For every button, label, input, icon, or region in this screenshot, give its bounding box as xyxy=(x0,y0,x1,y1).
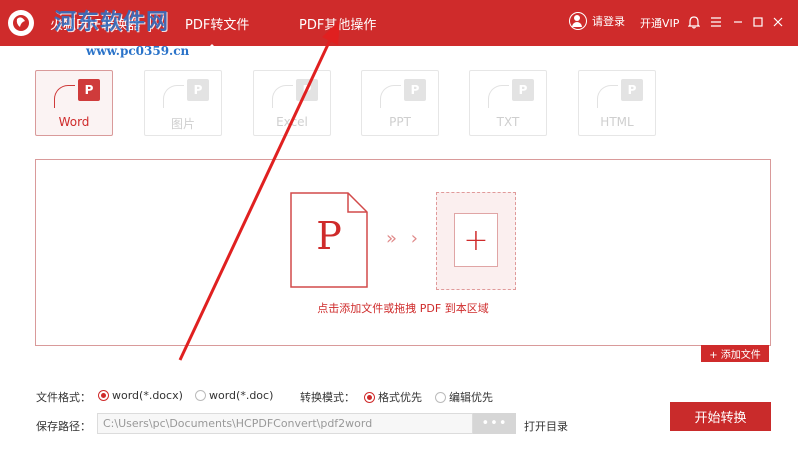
format-html[interactable]: P HTML xyxy=(578,70,656,136)
pdf-badge-icon: P xyxy=(296,79,318,101)
radio-label: 编辑优先 xyxy=(449,391,493,404)
format-label: TXT xyxy=(496,115,520,129)
pdf-badge-icon: P xyxy=(404,79,426,101)
browse-button[interactable]: ••• xyxy=(473,413,516,434)
format-excel[interactable]: P Excel xyxy=(253,70,331,136)
radio-label: word(*.doc) xyxy=(209,389,274,402)
pdf-document-icon: P xyxy=(290,192,368,288)
start-convert-button[interactable]: 开始转换 xyxy=(670,402,771,431)
pdf-badge-icon: P xyxy=(621,79,643,101)
convert-arrow-icon xyxy=(272,85,293,108)
user-avatar-icon xyxy=(569,12,587,30)
drop-hint: 点击添加文件或拖拽 PDF 到本区域 xyxy=(317,302,489,315)
radio-format-first[interactable]: 格式优先 xyxy=(364,389,422,405)
format-label: HTML xyxy=(600,115,634,129)
pdf-doc-letter: P xyxy=(316,214,342,258)
format-ppt[interactable]: P PPT xyxy=(361,70,439,136)
tab-pdf-other[interactable]: PDF其他操作 xyxy=(299,14,376,33)
add-file-target[interactable]: + xyxy=(436,192,516,290)
tab-pdf-to-file[interactable]: PDF转文件 xyxy=(185,14,250,51)
radio-dot-icon xyxy=(364,391,375,403)
format-label: Word xyxy=(58,115,90,129)
radio-doc[interactable]: word(*.doc) xyxy=(195,389,273,402)
format-image[interactable]: P 图片 xyxy=(144,70,222,136)
convert-arrow-icon xyxy=(380,85,401,108)
login-link: 请登录 xyxy=(592,15,625,28)
save-path-label: 保存路径： xyxy=(36,420,91,433)
file-format-label: 文件格式： xyxy=(36,391,91,404)
vip-link[interactable]: 开通VIP xyxy=(640,15,679,31)
format-label: 图片 xyxy=(170,117,195,131)
convert-arrow-icon xyxy=(488,85,509,108)
convert-arrow-icon xyxy=(597,85,618,108)
radio-dot-icon xyxy=(195,390,206,401)
convert-arrow-icon xyxy=(54,85,75,108)
watermark-url: www.pc0359.cn xyxy=(86,44,190,58)
close-icon[interactable] xyxy=(768,11,788,33)
format-label: PPT xyxy=(389,115,411,129)
format-txt[interactable]: P TXT xyxy=(469,70,547,136)
radio-dot-icon xyxy=(98,390,109,401)
minimize-icon[interactable] xyxy=(728,11,748,33)
format-word[interactable]: P Word xyxy=(35,70,113,136)
maximize-icon[interactable] xyxy=(748,11,768,33)
open-directory-link[interactable]: 打开目录 xyxy=(524,418,568,434)
save-path-input[interactable] xyxy=(97,413,473,434)
convert-arrow-icon xyxy=(163,85,184,108)
radio-docx[interactable]: word(*.docx) xyxy=(98,389,183,402)
tab-label: PDF转文件 xyxy=(185,18,250,33)
pdf-badge-icon: P xyxy=(512,79,534,101)
user-login[interactable]: 请登录 xyxy=(569,12,625,30)
app-logo-icon xyxy=(8,10,34,36)
format-label: Excel xyxy=(276,115,308,129)
radio-label: 格式优先 xyxy=(378,391,422,404)
notification-bell-icon[interactable] xyxy=(684,11,704,33)
pdf-badge-icon: P xyxy=(78,79,100,101)
plus-icon: + xyxy=(463,222,489,258)
radio-edit-first[interactable]: 编辑优先 xyxy=(435,389,493,405)
add-file-button[interactable]: + 添加文件 xyxy=(701,345,769,362)
watermark-text: 河东软件网 xyxy=(54,10,170,35)
file-drop-zone[interactable]: P » › + 点击添加文件或拖拽 PDF 到本区域 xyxy=(35,159,771,346)
tab-label: PDF其他操作 xyxy=(299,18,377,33)
convert-mode-label: 转换模式： xyxy=(300,391,355,404)
radio-dot-icon xyxy=(435,391,446,403)
radio-label: word(*.docx) xyxy=(112,389,183,402)
arrow-right-icon: » › xyxy=(386,228,422,249)
menu-icon[interactable] xyxy=(706,11,726,33)
pdf-badge-icon: P xyxy=(187,79,209,101)
